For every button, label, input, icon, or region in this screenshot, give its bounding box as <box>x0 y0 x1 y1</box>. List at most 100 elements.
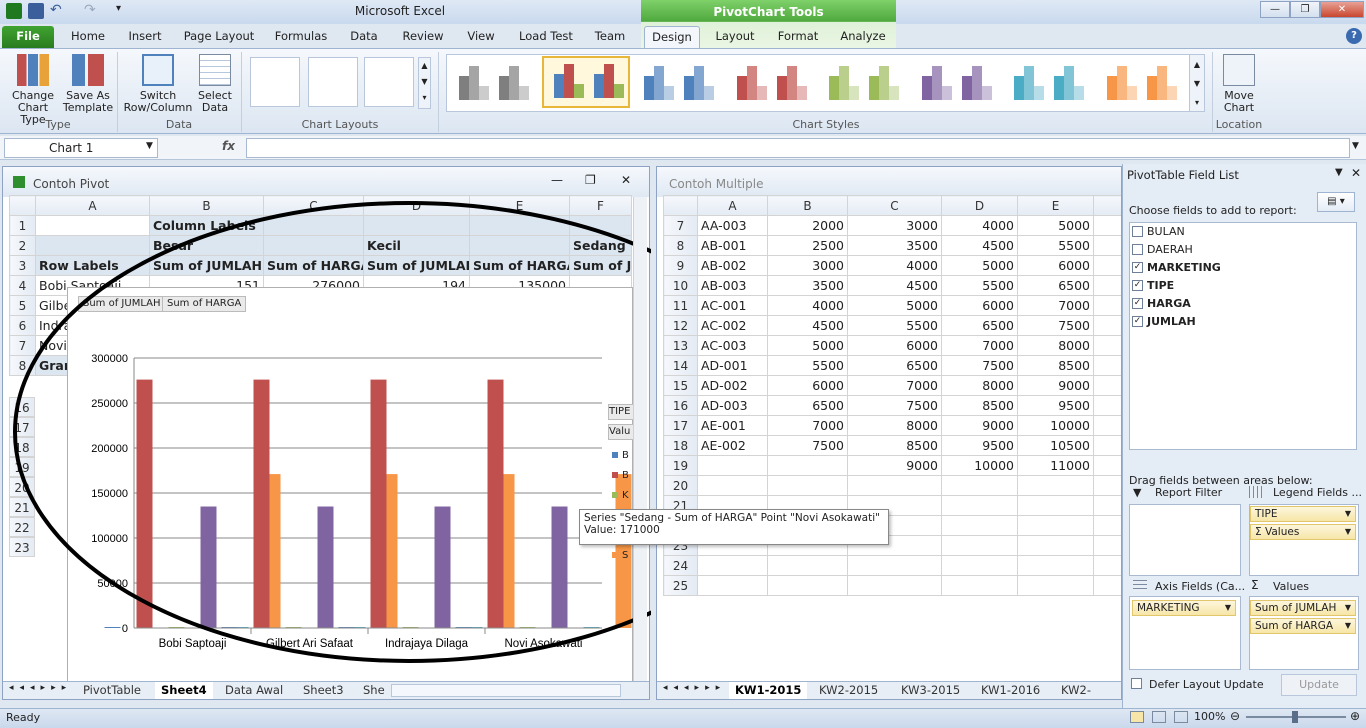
table-cell[interactable]: 7000 <box>767 415 848 436</box>
table-cell[interactable]: 10000 <box>1017 415 1094 436</box>
pane-dropdown-icon[interactable]: ▼ <box>1335 167 1343 178</box>
table-cell[interactable]: 3 <box>1093 375 1121 396</box>
sheet-tab[interactable]: PivotTable <box>77 682 147 699</box>
row-number[interactable]: 20 <box>663 475 698 496</box>
chip-dropdown-icon[interactable]: ▼ <box>1345 619 1351 633</box>
field-checkbox[interactable] <box>1132 243 1143 255</box>
row-number[interactable]: 13 <box>663 335 698 356</box>
tab-layout[interactable]: Layout <box>708 26 762 48</box>
tab-design[interactable]: Design <box>644 26 700 48</box>
sheet-tab[interactable]: KW2-2015 <box>813 682 884 699</box>
table-cell[interactable] <box>767 555 848 576</box>
table-cell[interactable] <box>847 475 942 496</box>
table-cell[interactable] <box>1017 575 1094 596</box>
value-chip[interactable]: Sum of HARGA ▼ <box>1250 618 1356 634</box>
table-cell[interactable]: 3 <box>1093 435 1121 456</box>
tab-file[interactable]: File <box>2 26 54 48</box>
table-cell[interactable]: 6000 <box>941 295 1018 316</box>
row-number[interactable]: 24 <box>663 555 698 576</box>
tab-format[interactable]: Format <box>770 26 826 48</box>
row-number[interactable]: 5 <box>9 295 36 316</box>
zoom-out-icon[interactable]: ⊖ <box>1230 709 1240 723</box>
tab-load-test[interactable]: Load Test <box>514 26 578 48</box>
pivot-value-header[interactable]: Sum of JU <box>569 255 632 276</box>
table-cell[interactable]: 5000 <box>941 255 1018 276</box>
table-cell[interactable]: AD-002 <box>697 375 768 396</box>
table-cell[interactable]: 6500 <box>1017 275 1094 296</box>
table-cell[interactable]: 6500 <box>847 355 942 376</box>
row-number[interactable]: 18 <box>9 437 35 457</box>
table-cell[interactable] <box>1017 515 1094 536</box>
table-cell[interactable] <box>1017 495 1094 516</box>
save-as-template-button[interactable]: Save As Template <box>62 54 114 114</box>
row-number[interactable]: 21 <box>9 497 35 517</box>
pivot-row-labels[interactable]: Row Labels <box>35 255 150 276</box>
table-cell[interactable] <box>941 535 1018 556</box>
table-cell[interactable]: 2 <box>1093 335 1121 356</box>
table-cell[interactable]: 9000 <box>941 415 1018 436</box>
field-checkbox[interactable] <box>1132 225 1143 237</box>
row-number[interactable]: 3 <box>9 255 36 276</box>
table-cell[interactable]: 7500 <box>847 395 942 416</box>
table-cell[interactable]: 4500 <box>941 235 1018 256</box>
col-header[interactable]: C <box>263 195 364 216</box>
row-number[interactable]: 16 <box>663 395 698 416</box>
table-cell[interactable] <box>767 455 848 476</box>
row-number[interactable]: 8 <box>9 355 36 376</box>
pivot-column-labels[interactable]: Column Labels <box>149 215 264 236</box>
col-header[interactable]: D <box>941 195 1018 216</box>
sheet-tab[interactable]: KW3-2015 <box>895 682 966 699</box>
table-cell[interactable] <box>767 575 848 596</box>
table-cell[interactable]: 8000 <box>847 415 942 436</box>
table-cell[interactable] <box>1093 535 1121 556</box>
table-cell[interactable]: AD-001 <box>697 355 768 376</box>
chart-style-6[interactable] <box>912 56 1000 108</box>
table-cell[interactable]: AB-003 <box>697 275 768 296</box>
pivot-group-sedang[interactable]: Sedang <box>569 235 632 256</box>
chart-style-2[interactable] <box>541 56 630 108</box>
row-number[interactable]: 9 <box>663 255 698 276</box>
field-item[interactable]: DAERAH <box>1132 242 1193 258</box>
sheet-tab[interactable]: Data Awal <box>219 682 289 699</box>
table-cell[interactable]: 5500 <box>1017 235 1094 256</box>
table-cell[interactable]: AB-002 <box>697 255 768 276</box>
table-cell[interactable]: 7500 <box>941 355 1018 376</box>
table-cell[interactable]: 3000 <box>847 215 942 236</box>
table-cell[interactable]: 8500 <box>1017 355 1094 376</box>
field-checkbox[interactable]: ✓ <box>1132 279 1143 291</box>
row-number[interactable]: 7 <box>9 335 36 356</box>
table-cell[interactable]: 1 <box>1093 235 1121 256</box>
table-cell[interactable]: AE-002 <box>697 435 768 456</box>
table-cell[interactable] <box>1093 515 1121 536</box>
table-cell[interactable]: 7500 <box>767 435 848 456</box>
expand-formula-icon[interactable]: ▼ <box>1352 141 1359 151</box>
pivot-group-besar[interactable]: Besar <box>149 235 264 256</box>
zoom-in-icon[interactable]: ⊕ <box>1350 709 1360 723</box>
chart-style-3[interactable] <box>634 56 722 108</box>
row-number[interactable]: 16 <box>9 397 35 417</box>
table-cell[interactable]: AA-003 <box>697 215 768 236</box>
col-header[interactable]: A <box>697 195 768 216</box>
tab-formulas[interactable]: Formulas <box>270 26 332 48</box>
undo-icon[interactable]: ↶ <box>50 3 66 19</box>
window-minimize-icon[interactable]: — <box>551 173 563 187</box>
table-cell[interactable]: 4500 <box>847 275 942 296</box>
table-cell[interactable] <box>1093 575 1121 596</box>
col-header[interactable]: F <box>569 195 632 216</box>
table-cell[interactable] <box>697 475 768 496</box>
table-cell[interactable]: 8500 <box>941 395 1018 416</box>
table-cell[interactable] <box>1093 555 1121 576</box>
table-cell[interactable] <box>697 575 768 596</box>
sheet-tab-active[interactable]: KW1-2015 <box>729 682 808 699</box>
table-cell[interactable]: 9500 <box>941 435 1018 456</box>
col-header[interactable]: B <box>149 195 264 216</box>
save-icon[interactable] <box>28 3 44 19</box>
table-cell[interactable] <box>847 555 942 576</box>
legend-field-button[interactable]: Valu <box>608 424 634 440</box>
table-cell[interactable]: 9000 <box>1017 375 1094 396</box>
table-cell[interactable]: 7000 <box>847 375 942 396</box>
customize-qat-icon[interactable]: ▾ <box>116 3 132 19</box>
table-cell[interactable]: 10000 <box>941 455 1018 476</box>
table-cell[interactable]: 11000 <box>1017 455 1094 476</box>
field-list-layout-button[interactable]: ▤ ▾ <box>1317 192 1355 212</box>
